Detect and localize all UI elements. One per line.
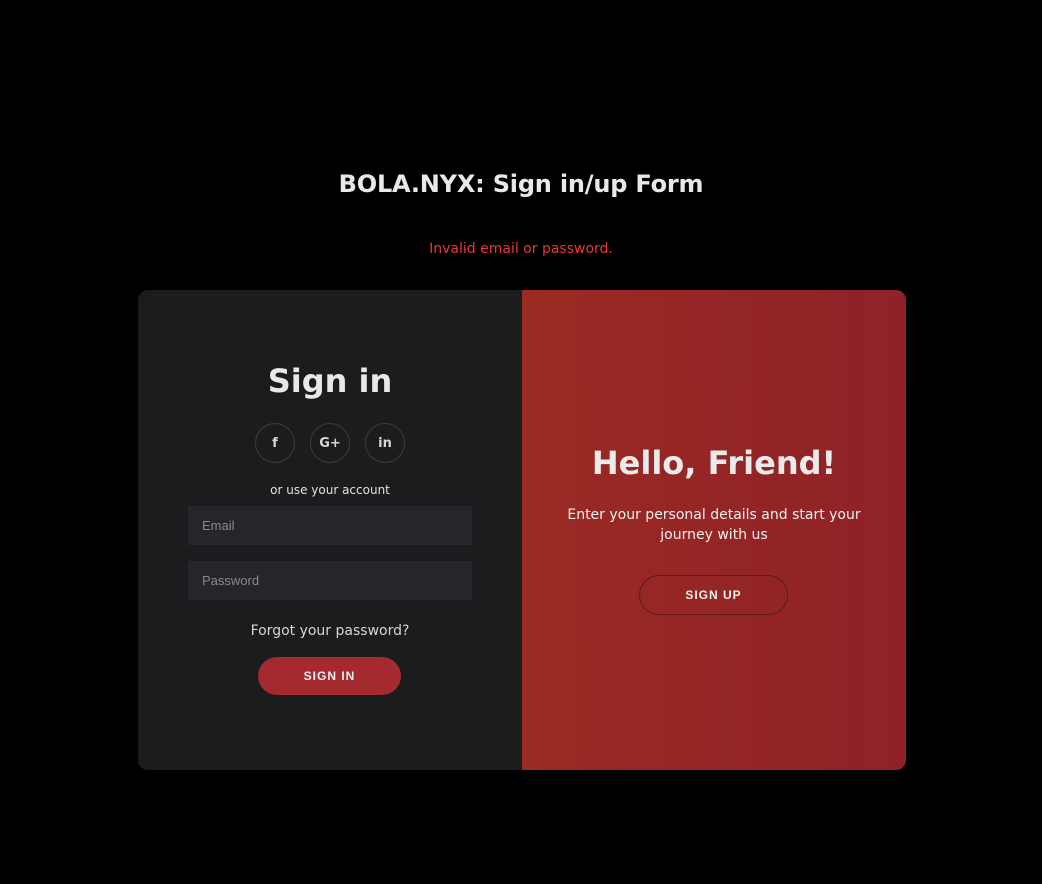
linkedin-icon: in xyxy=(378,435,392,451)
signin-title: Sign in xyxy=(267,362,393,400)
overlay-title: Hello, Friend! xyxy=(591,444,837,482)
social-row: f G+ in xyxy=(255,423,405,463)
signin-form: Sign in f G+ in or use your account Forg… xyxy=(138,290,522,770)
overlay-panel: Hello, Friend! Enter your personal detai… xyxy=(522,290,906,770)
email-input[interactable] xyxy=(188,506,472,545)
facebook-button[interactable]: f xyxy=(255,423,295,463)
error-message: Invalid email or password. xyxy=(429,241,613,257)
overlay-text: Enter your personal details and start yo… xyxy=(567,507,861,543)
sign-up-button[interactable]: SIGN UP xyxy=(639,575,788,615)
password-input[interactable] xyxy=(188,561,472,600)
forgot-password-link[interactable]: Forgot your password? xyxy=(138,623,522,639)
google-plus-icon: G+ xyxy=(319,435,341,451)
facebook-icon: f xyxy=(272,435,278,451)
google-plus-button[interactable]: G+ xyxy=(310,423,350,463)
auth-container: Sign in f G+ in or use your account Forg… xyxy=(138,290,906,770)
page-title: BOLA.NYX: Sign in/up Form xyxy=(338,170,704,198)
linkedin-button[interactable]: in xyxy=(365,423,405,463)
alt-signin-text: or use your account xyxy=(270,483,390,497)
sign-in-button[interactable]: SIGN IN xyxy=(258,657,401,695)
